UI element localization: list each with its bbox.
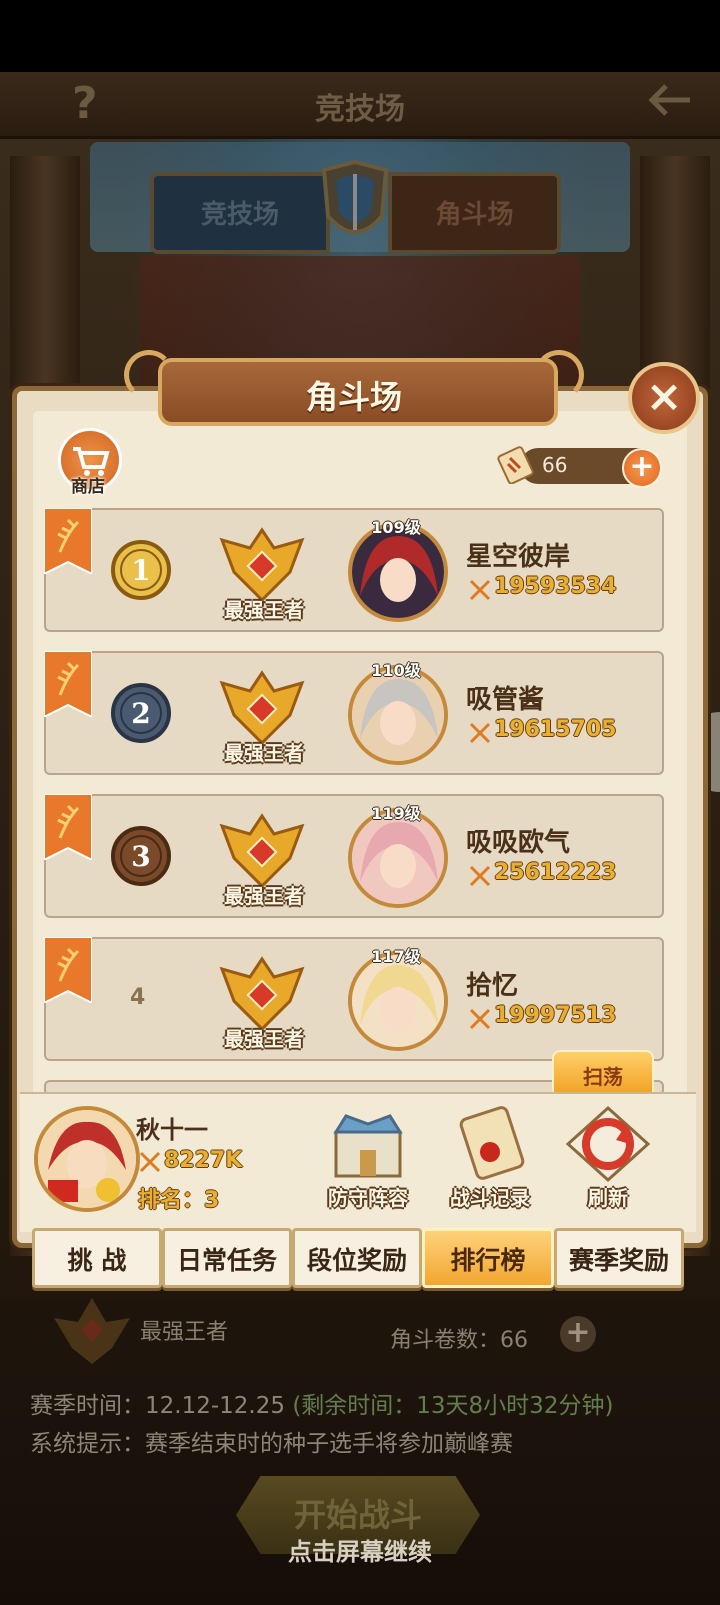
- tab-label: 挑 战: [67, 1246, 127, 1275]
- opponent-level: 110级: [371, 661, 421, 680]
- tab-0[interactable]: 挑 战: [32, 1228, 162, 1288]
- player-power: 8227K: [164, 1148, 243, 1173]
- rank-number: 2: [131, 697, 150, 730]
- tab-2[interactable]: 段位奖励: [292, 1228, 422, 1288]
- opponent-name: 星空彼岸: [466, 542, 571, 572]
- swords-icon: [469, 579, 491, 601]
- tab-arena-label: 竞技场: [200, 200, 279, 230]
- opponent-power: 25612223: [494, 860, 617, 885]
- system-tip: 系统提示：赛季结束时的种子选手将参加巅峰赛: [30, 1431, 513, 1457]
- sweep-label: 扫荡: [583, 1065, 623, 1089]
- wheat-ribbon-icon: [44, 937, 92, 1003]
- player-avatar[interactable]: [34, 1106, 140, 1212]
- defense-lineup-button[interactable]: 防守阵容: [316, 1102, 420, 1210]
- refresh-icon: [565, 1105, 651, 1183]
- tab-label: 排行榜: [450, 1246, 526, 1275]
- battle-record-label: 战斗记录: [450, 1186, 530, 1210]
- swords-icon: [469, 1008, 491, 1030]
- tab-1[interactable]: 日常任务: [162, 1228, 292, 1288]
- top-bar: ? 竞技场: [0, 72, 720, 139]
- rank-badge-label: 最强王者: [224, 598, 304, 622]
- rank-emblem-icon: [54, 1298, 130, 1364]
- refresh-label: 刷新: [588, 1186, 628, 1210]
- rank-badge-label: 最强王者: [224, 741, 304, 765]
- rank-medal-icon: 2: [111, 683, 171, 743]
- tab-gladiator-label: 角斗场: [435, 200, 514, 230]
- season-time-line: 赛季时间：12.12-12.25 (剩余时间：13天8小时32分钟): [30, 1386, 613, 1420]
- sweep-button[interactable]: 扫荡: [552, 1050, 654, 1098]
- tab-4[interactable]: 赛季奖励: [554, 1228, 684, 1288]
- battle-record-button[interactable]: 战斗记录: [438, 1102, 542, 1210]
- player-portrait-icon: [38, 1110, 136, 1208]
- rank-medal-icon: 1: [111, 540, 171, 600]
- ranking-row[interactable]: 4 最强王者 117级 拾忆 19997513: [44, 937, 664, 1061]
- opponent-power: 19997513: [494, 1003, 617, 1028]
- opponent-power: 19593534: [494, 574, 617, 599]
- opponent-power: 19615705: [494, 717, 617, 742]
- ranking-row[interactable]: 3 最强王者 119级 吸吸欧气 25612223: [44, 794, 664, 918]
- wheat-ribbon-icon: [44, 508, 92, 574]
- start-battle-label: 开始战斗: [293, 1496, 422, 1534]
- ranking-row[interactable]: 1 最强王者 109级 星空彼岸 19593534: [44, 508, 664, 632]
- back-arrow-icon[interactable]: [646, 80, 692, 131]
- player-name: 秋十一: [136, 1116, 208, 1144]
- rank-medal-icon: 3: [111, 826, 171, 886]
- rank-number: 3: [131, 840, 150, 873]
- arena-screen: ? 竞技场 竞技场 角斗场 最强王者 角斗卷数：66 + 赛季时间：12.12-…: [0, 0, 720, 1605]
- season-add-tickets-button[interactable]: +: [560, 1316, 596, 1352]
- season-remaining: (剩余时间：13天8小时32分钟): [292, 1393, 614, 1419]
- shop-label: 商店: [71, 477, 105, 497]
- season-bar: 最强王者 角斗卷数：66 +: [0, 1298, 720, 1368]
- opponent-portrait-icon: [352, 812, 444, 904]
- rank-number: 1: [131, 554, 150, 587]
- tab-3[interactable]: 排行榜: [422, 1228, 554, 1288]
- scroll-icon: [459, 1106, 525, 1180]
- tab-gladiator[interactable]: 角斗场: [388, 172, 561, 254]
- tap-to-continue[interactable]: 点击屏幕继续: [0, 1532, 720, 1567]
- ranking-row[interactable]: 2 最强王者 110级 吸管酱 19615705: [44, 651, 664, 775]
- tab-label: 赛季奖励: [568, 1246, 669, 1275]
- opponent-portrait-icon: [352, 955, 444, 1047]
- add-tickets-button[interactable]: +: [622, 448, 662, 488]
- opponent-level: 109级: [371, 518, 421, 537]
- rank-number: 4: [130, 985, 146, 1010]
- player-rank: 排名：3: [138, 1188, 220, 1213]
- tab-label: 日常任务: [176, 1246, 277, 1275]
- swords-icon: [139, 1151, 161, 1173]
- dialog-header: 角斗场: [124, 350, 584, 428]
- ticket-scroll-icon: [497, 446, 534, 484]
- season-time: 赛季时间：12.12-12.25: [30, 1393, 285, 1419]
- season-tickets: 角斗卷数：66: [390, 1328, 528, 1353]
- opponent-name: 拾忆: [466, 971, 519, 1001]
- opponent-level: 117级: [371, 947, 421, 966]
- top-bar-title: 竞技场: [315, 92, 405, 127]
- swords-icon: [469, 865, 491, 887]
- close-button[interactable]: ×: [628, 362, 700, 434]
- shield-icon: [321, 160, 389, 234]
- dialog-title: 角斗场: [305, 378, 402, 416]
- opponent-name: 吸吸欧气: [466, 828, 571, 858]
- ticket-count: 66: [542, 453, 568, 477]
- castle-icon: [333, 1114, 403, 1178]
- season-rank-name: 最强王者: [140, 1320, 229, 1345]
- opponent-level: 119级: [371, 804, 421, 823]
- opponent-name: 吸管酱: [466, 685, 545, 715]
- rank-badge-label: 最强王者: [224, 1027, 304, 1051]
- tab-label: 段位奖励: [306, 1246, 407, 1275]
- refresh-button[interactable]: 刷新: [556, 1102, 660, 1210]
- opponent-portrait-icon: [352, 669, 444, 761]
- tab-arena[interactable]: 竞技场: [150, 172, 330, 254]
- defense-lineup-label: 防守阵容: [328, 1186, 408, 1210]
- rank-badge-label: 最强王者: [224, 884, 304, 908]
- wheat-ribbon-icon: [44, 651, 92, 717]
- swords-icon: [469, 722, 491, 744]
- opponent-portrait-icon: [352, 526, 444, 618]
- wheat-ribbon-icon: [44, 794, 92, 860]
